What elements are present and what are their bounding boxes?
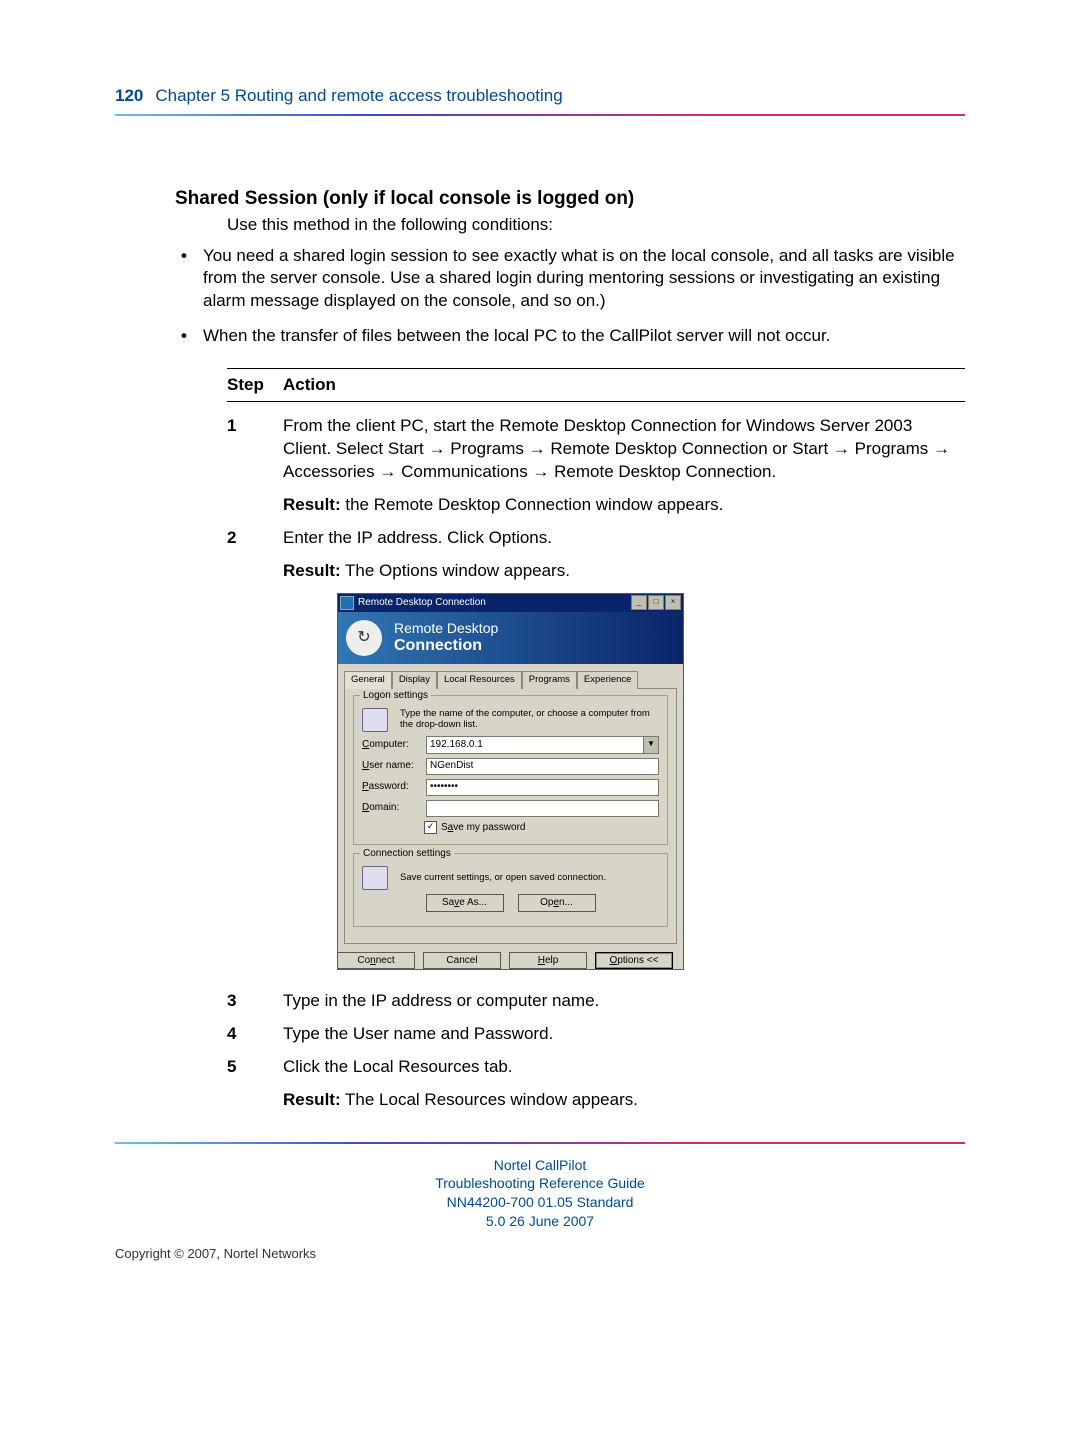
connection-settings-group: Connection settings Save current setting… [353,853,668,927]
bullet-list: You need a shared login session to see e… [175,245,965,349]
save-password-checkbox[interactable]: ✓ [424,821,437,834]
cancel-button[interactable]: Cancel [423,952,501,970]
tab-local-resources[interactable]: Local Resources [437,671,522,689]
maximize-button[interactable]: □ [648,595,664,610]
chapter-title: Chapter 5 Routing and remote access trou… [155,86,562,105]
password-input[interactable]: •••••••• [426,779,659,796]
domain-input[interactable] [426,800,659,817]
connection-icon [362,866,388,890]
logon-description: Type the name of the computer, or choose… [400,709,659,731]
dialog-title: Remote Desktop Connection [358,596,486,610]
result-label: Result: [283,561,341,580]
computer-label: Computer: [362,738,420,752]
result-text: the Remote Desktop Connection window app… [341,495,724,514]
computer-icon [362,708,388,732]
username-input[interactable]: NGenDist [426,758,659,775]
step-number: 3 [227,990,283,1013]
tab-display[interactable]: Display [392,671,437,689]
main-content: Shared Session (only if local console is… [175,186,965,1112]
result-text: The Options window appears. [341,561,570,580]
step-number: 2 [227,527,283,583]
footer-line4: 5.0 26 June 2007 [115,1212,965,1231]
dialog-buttons: Connect Cancel Help Options << [338,944,683,976]
group-legend: Connection settings [360,847,454,861]
password-label: Password: [362,780,420,794]
open-button[interactable]: Open... [518,894,596,912]
step-number: 4 [227,1023,283,1046]
step-action: Type the User name and Password. [283,1023,965,1046]
logon-settings-group: Logon settings Type the name of the comp… [353,695,668,846]
dialog-panel: Logon settings Type the name of the comp… [344,688,677,944]
save-as-button[interactable]: Save As... [426,894,504,912]
step-action: Type in the IP address or computer name. [283,990,965,1013]
step-row: 3 Type in the IP address or computer nam… [227,990,965,1013]
footer-line1: Nortel CallPilot [115,1156,965,1175]
step-number: 1 [227,415,283,517]
step-action: Click the Local Resources tab. [283,1056,965,1079]
chevron-down-icon[interactable]: ▼ [643,737,658,753]
connect-button[interactable]: Connect [337,952,415,970]
bullet-item: When the transfer of files between the l… [175,325,965,348]
help-button[interactable]: Help [509,952,587,970]
step-row: 2 Enter the IP address. Click Options. R… [227,527,965,583]
tab-programs[interactable]: Programs [522,671,577,689]
footer-line3: NN44200-700 01.05 Standard [115,1193,965,1212]
bullet-item: You need a shared login session to see e… [175,245,965,314]
connection-description: Save current settings, or open saved con… [400,873,659,884]
step-action: Enter the IP address. Click Options. [283,527,965,550]
step-row: 5 Click the Local Resources tab. Result:… [227,1056,965,1112]
section-intro: Use this method in the following conditi… [227,214,965,237]
footer-rule [115,1142,965,1144]
dialog-titlebar: Remote Desktop Connection _ □ × [338,594,683,612]
step-row: 1 From the client PC, start the Remote D… [227,415,965,517]
group-legend: Logon settings [360,689,431,703]
step-number: 5 [227,1056,283,1112]
result-text: The Local Resources window appears. [341,1090,638,1109]
step-row: 4 Type the User name and Password. [227,1023,965,1046]
domain-label: Domain: [362,801,420,815]
copyright: Copyright © 2007, Nortel Networks [115,1245,965,1263]
page-footer: Nortel CallPilot Troubleshooting Referen… [115,1142,965,1263]
result-label: Result: [283,1090,341,1109]
col-header-action: Action [283,374,965,397]
minimize-button[interactable]: _ [631,595,647,610]
save-password-label: Save my password [441,821,525,835]
rdc-logo-icon: ↻ [346,620,382,656]
dialog-banner: ↻ Remote Desktop Connection [338,612,683,664]
banner-line2: Connection [394,635,498,657]
close-button[interactable]: × [665,595,681,610]
step-action: From the client PC, start the Remote Des… [283,415,965,484]
tab-experience[interactable]: Experience [577,671,639,689]
dialog-tabs: General Display Local Resources Programs… [338,664,683,688]
steps-table: Step Action 1 From the client PC, start … [227,368,965,1111]
options-button[interactable]: Options << [595,952,673,970]
result-label: Result: [283,495,341,514]
header-rule [115,114,965,116]
footer-line2: Troubleshooting Reference Guide [115,1174,965,1193]
page-header: 120 Chapter 5 Routing and remote access t… [115,85,965,108]
rdc-titlebar-icon [340,596,354,610]
tab-general[interactable]: General [344,671,392,689]
computer-input[interactable]: 192.168.0.1 ▼ [426,736,659,754]
section-title: Shared Session (only if local console is… [175,186,965,212]
rdc-dialog-screenshot: Remote Desktop Connection _ □ × ↻ Remote… [337,593,684,970]
username-label: User name: [362,759,420,773]
col-header-step: Step [227,374,283,397]
page-number: 120 [115,86,143,105]
